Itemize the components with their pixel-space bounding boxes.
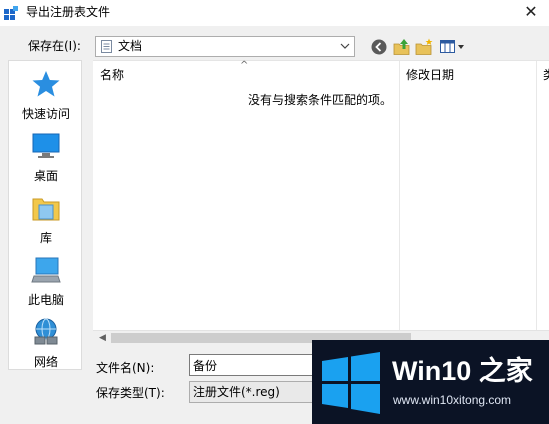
- place-desktop[interactable]: 桌面: [9, 131, 83, 191]
- file-type-select[interactable]: 注册文件(*.reg): [189, 381, 319, 403]
- watermark-url: www.win10xitong.com: [393, 393, 512, 407]
- file-list[interactable]: 名称 ^ 修改日期 类 没有与搜索条件匹配的项。: [93, 60, 549, 345]
- windows-logo-icon: [322, 352, 380, 414]
- chevron-down-icon[interactable]: [337, 37, 353, 56]
- documents-folder-icon: [101, 40, 112, 53]
- back-arrow-icon[interactable]: [370, 38, 388, 56]
- network-icon: [34, 318, 58, 345]
- place-network[interactable]: 网络: [9, 317, 83, 377]
- location-value: 文档: [118, 39, 143, 53]
- column-divider[interactable]: [399, 61, 400, 331]
- window-title: 导出注册表文件: [26, 5, 111, 19]
- scroll-left-icon[interactable]: ◀: [95, 331, 110, 345]
- view-menu-icon[interactable]: [439, 38, 466, 56]
- location-dropdown[interactable]: 文档: [95, 36, 355, 57]
- sort-ascending-icon: ^: [240, 60, 249, 71]
- registry-icon: [4, 6, 18, 20]
- place-this-pc[interactable]: 此电脑: [9, 255, 83, 315]
- watermark-title: Win10 之家: [392, 356, 533, 386]
- library-icon: [32, 198, 60, 221]
- column-header-modified[interactable]: 修改日期: [406, 67, 454, 83]
- place-label: 网络: [33, 355, 58, 369]
- place-libraries[interactable]: 库: [9, 193, 83, 253]
- file-name-input[interactable]: [189, 354, 319, 376]
- star-icon: [32, 71, 60, 97]
- desktop-icon: [32, 133, 60, 158]
- place-label: 快速访问: [21, 107, 70, 121]
- save-in-label: 保存在(I):: [28, 39, 81, 53]
- column-divider[interactable]: [536, 61, 537, 331]
- place-quick-access[interactable]: 快速访问: [9, 69, 83, 129]
- close-button[interactable]: ✕: [518, 2, 544, 24]
- computer-icon: [31, 257, 61, 283]
- up-folder-icon[interactable]: [393, 38, 411, 56]
- place-label: 桌面: [33, 169, 58, 183]
- file-name-label: 文件名(N):: [96, 361, 155, 375]
- place-label: 库: [39, 231, 52, 245]
- file-type-label: 保存类型(T):: [96, 386, 165, 400]
- title-bar: 导出注册表文件 ✕: [0, 0, 549, 26]
- place-label: 此电脑: [27, 293, 64, 307]
- watermark-overlay: Win10 之家 www.win10xitong.com: [312, 340, 549, 424]
- column-header-name[interactable]: 名称: [100, 67, 124, 83]
- column-header-type[interactable]: 类: [543, 67, 549, 83]
- close-icon: ✕: [524, 2, 538, 21]
- empty-message: 没有与搜索条件匹配的项。: [248, 93, 393, 107]
- new-folder-icon[interactable]: [415, 38, 433, 56]
- places-bar: 快速访问 桌面 库 此电脑 网络: [8, 60, 82, 370]
